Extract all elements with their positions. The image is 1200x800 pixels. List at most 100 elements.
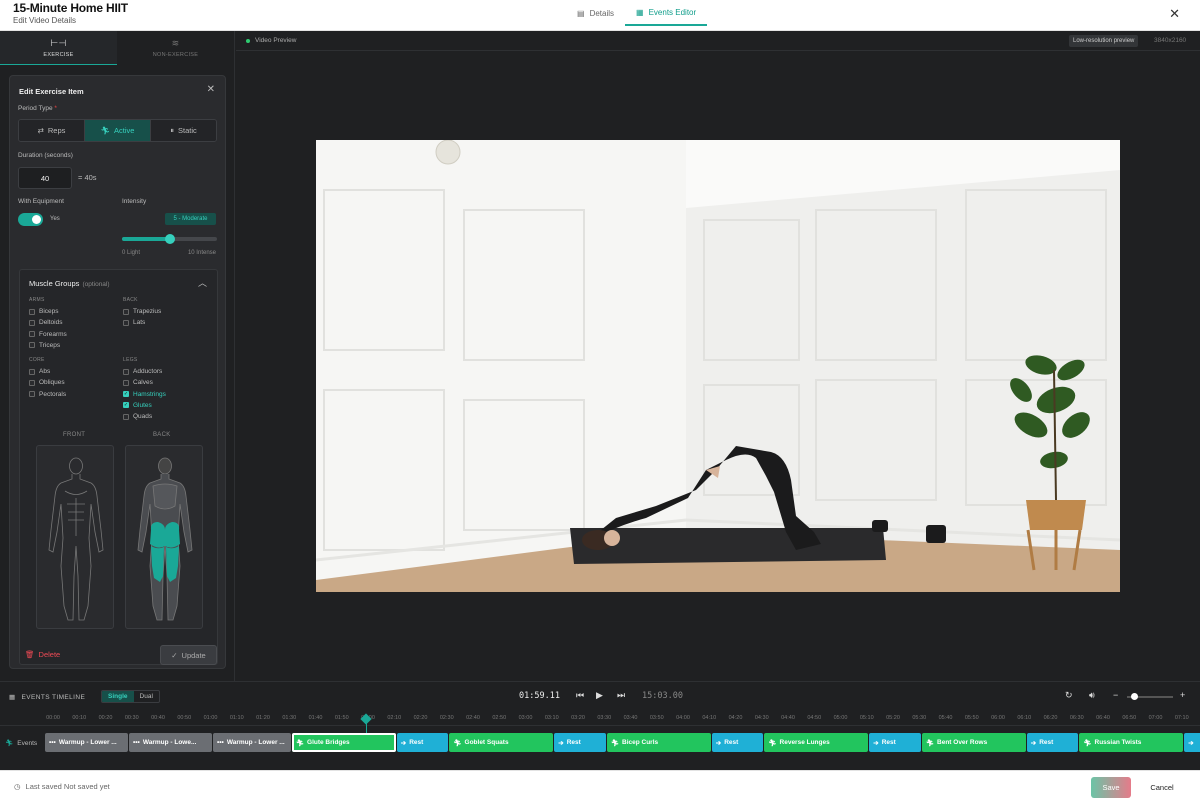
edit-exercise-panel: Edit Exercise Item ✕ Period Type * ⇄ Reps… xyxy=(9,75,226,669)
update-button[interactable]: ✓ Update xyxy=(160,645,217,665)
intensity-slider[interactable] xyxy=(122,234,217,244)
play-icon[interactable]: ▶︎ xyxy=(596,690,603,701)
checkbox-empty-icon xyxy=(123,319,129,326)
period-active-button[interactable]: 🏃︎ Active xyxy=(85,120,151,141)
timeline-event-label: Rest xyxy=(1039,739,1054,746)
running-icon: 🏃︎ xyxy=(925,739,935,747)
body-back-figure xyxy=(137,457,193,621)
zoom-slider-handle[interactable] xyxy=(1131,693,1138,700)
time-ruler[interactable]: 00:00 00:10 00:20 00:30 00:40 00:50 01:00 01:10… xyxy=(0,712,1200,726)
video-frame[interactable] xyxy=(316,140,1120,592)
checkbox-empty-icon xyxy=(29,342,35,349)
save-button[interactable]: Save xyxy=(1091,777,1131,798)
timeline-event-rest[interactable]: ➔ Rest xyxy=(554,733,606,752)
events-track-label-text: Events xyxy=(17,739,38,747)
ruler-tick: 03:40 xyxy=(623,715,638,721)
checkbox-label: Quads xyxy=(133,413,153,421)
ruler-tick: 04:00 xyxy=(676,715,690,721)
document-icon: ▤ xyxy=(577,8,585,18)
refresh-icon[interactable]: ↻ xyxy=(1065,690,1073,701)
checkbox-hamstrings[interactable]: ✓ Hamstrings xyxy=(123,391,166,398)
checkbox-deltoids[interactable]: Deltoids xyxy=(29,319,62,326)
save-status: ◷ Last saved Not saved yet xyxy=(14,782,110,791)
timeline-event-exercise[interactable]: 🏃︎ Reverse Lunges xyxy=(764,733,869,752)
checkbox-biceps[interactable]: Biceps xyxy=(29,308,59,315)
running-icon: 🏃︎ xyxy=(453,739,462,747)
delete-button[interactable]: 🗑︎ Delete xyxy=(25,650,60,659)
tab-non-exercise[interactable]: ≋ NON-EXERCISE xyxy=(117,31,234,65)
checkbox-trapezius[interactable]: Trapezius xyxy=(123,308,161,315)
ruler-tick: 03:20 xyxy=(571,715,585,721)
checkbox-calves[interactable]: Calves xyxy=(123,379,153,386)
checkbox-label: Glutes xyxy=(133,401,152,409)
timeline-event-label: Goblet Squats xyxy=(464,739,509,746)
intensity-label: Intensity xyxy=(122,198,147,205)
timeline-event-warmup[interactable]: ••• Warmup - Lower ... xyxy=(45,733,128,752)
timeline-event-exercise[interactable]: 🏃︎ Glute Bridges xyxy=(291,733,396,752)
checkbox-abs[interactable]: Abs xyxy=(29,368,50,375)
timeline-event-label: Rest xyxy=(724,739,739,746)
timeline-event-warmup[interactable]: ••• Warmup - Lower ... xyxy=(213,733,291,752)
ruler-tick: 00:40 xyxy=(151,715,165,721)
intensity-slider-handle[interactable] xyxy=(164,234,175,244)
ruler-tick: 00:00 xyxy=(46,715,60,721)
timeline-event-exercise[interactable]: 🏃︎ Bent Over Rows xyxy=(921,733,1026,752)
checkbox-obliques[interactable]: Obliques xyxy=(29,379,65,386)
checkbox-label: Forearms xyxy=(39,330,67,338)
body-map-back[interactable] xyxy=(125,445,203,629)
timeline-event-exercise[interactable]: 🏃︎ Bicep Curls xyxy=(606,733,711,752)
checkbox-triceps[interactable]: Triceps xyxy=(29,342,60,349)
duration-input[interactable] xyxy=(18,167,72,189)
checkbox-quads[interactable]: Quads xyxy=(123,413,152,420)
checkbox-lats[interactable]: Lats xyxy=(123,319,145,326)
arrow-right-icon: ➔ xyxy=(715,739,722,747)
timeline-event-exercise[interactable]: 🏃︎ Goblet Squats xyxy=(449,733,554,752)
checkbox-forearms[interactable]: Forearms xyxy=(29,331,67,338)
checkbox-pectorals[interactable]: Pectorals xyxy=(29,391,66,398)
zoom-out-icon[interactable]: − xyxy=(1113,690,1118,700)
ruler-tick: 06:40 xyxy=(1096,715,1110,721)
ruler-tick: 05:50 xyxy=(964,715,979,721)
checkbox-glutes[interactable]: ✓ Glutes xyxy=(123,402,152,409)
skip-forward-icon[interactable]: ⏭︎ xyxy=(617,690,625,701)
front-label: FRONT xyxy=(63,432,86,438)
period-static-button[interactable]: ⏸︎ Static xyxy=(151,120,216,141)
ruler-tick: 05:00 xyxy=(833,715,848,721)
timeline-event-rest[interactable]: ➔ Rest xyxy=(869,733,921,752)
chevron-up-icon[interactable]: ︿ xyxy=(198,276,207,289)
checkbox-adductors[interactable]: Adductors xyxy=(123,368,162,375)
skip-back-icon[interactable]: ⏮︎ xyxy=(576,690,584,701)
period-active-label: Active xyxy=(114,126,135,135)
muscle-groups-title[interactable]: Muscle Groups (optional) xyxy=(29,279,110,288)
cancel-button[interactable]: Cancel xyxy=(1141,777,1183,798)
volume-icon[interactable]: 🔊︎ xyxy=(1089,690,1095,701)
timeline-event-rest[interactable]: ➔ Rest xyxy=(711,733,764,752)
body-map-front[interactable] xyxy=(36,445,114,629)
mode-dual-button[interactable]: Dual xyxy=(134,691,159,702)
equipment-toggle[interactable] xyxy=(18,213,43,226)
arrow-right-icon: ➔ xyxy=(1188,739,1194,747)
timeline-event-warmup[interactable]: ••• Warmup - Lowe... xyxy=(129,733,212,752)
ruler-tick: 00:10 xyxy=(72,715,87,721)
mode-single-button[interactable]: Single xyxy=(102,691,134,702)
panel-close-icon[interactable]: ✕ xyxy=(207,84,215,95)
period-reps-button[interactable]: ⇄ Reps xyxy=(19,120,85,141)
checkbox-empty-icon xyxy=(29,331,35,338)
timeline-event-exercise[interactable]: 🏃︎ Russian Twists xyxy=(1079,733,1184,752)
checkbox-empty-icon xyxy=(123,413,129,420)
timeline-event-rest[interactable]: ➔ Rest xyxy=(1026,733,1079,752)
more-icon: ••• xyxy=(217,739,224,746)
tab-exercise[interactable]: ⊢⊣ EXERCISE xyxy=(0,31,117,65)
ruler-tick: 00:20 xyxy=(98,715,113,721)
timeline-event-rest[interactable]: ➔ xyxy=(1184,733,1200,752)
timeline-mode-toggle: Single Dual xyxy=(101,690,160,703)
tab-details[interactable]: ▤ Details xyxy=(566,0,625,26)
ruler-tick: 02:20 xyxy=(413,715,428,721)
timeline-event-rest[interactable]: ➔ Rest xyxy=(396,733,449,752)
zoom-in-icon[interactable]: + xyxy=(1180,690,1185,700)
close-icon[interactable]: ✕ xyxy=(1169,6,1180,22)
calendar-icon: ▦ xyxy=(9,694,16,701)
arrow-right-icon: ➔ xyxy=(873,739,879,747)
tab-events-editor[interactable]: ▦ Events Editor xyxy=(625,0,708,26)
timeline-event-label: Warmup - Lower ... xyxy=(226,739,285,746)
